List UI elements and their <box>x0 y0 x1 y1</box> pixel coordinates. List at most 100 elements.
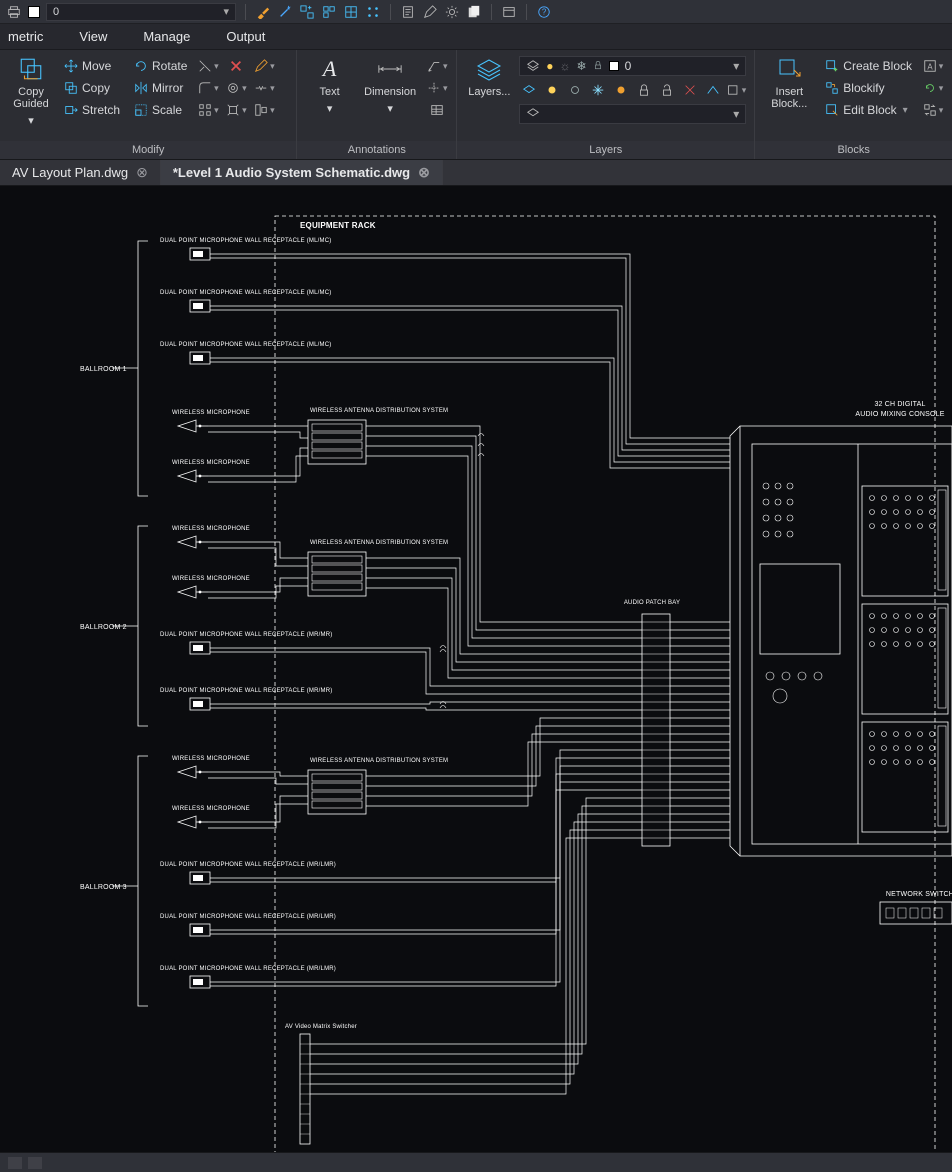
layer-color-swatch <box>609 61 619 71</box>
rotate-button[interactable]: Rotate <box>130 56 191 76</box>
layiso-icon[interactable] <box>519 80 539 100</box>
laymore-icon[interactable] <box>726 80 746 100</box>
svg-text:DUAL POINT MICROPHONE WALL REC: DUAL POINT MICROPHONE WALL RECEPTACLE (M… <box>160 238 331 244</box>
svg-text:WIRELESS MICROPHONE: WIRELESS MICROPHONE <box>172 460 250 466</box>
color-swatch[interactable] <box>28 6 40 18</box>
svg-text:DUAL POINT MICROPHONE WALL REC: DUAL POINT MICROPHONE WALL RECEPTACLE (M… <box>160 688 332 694</box>
pencil-icon[interactable] <box>422 4 438 20</box>
explode-icon[interactable] <box>225 100 247 120</box>
move-label: Move <box>82 59 111 73</box>
menu-bar: metric View Manage Output <box>0 24 952 50</box>
rect-array-icon[interactable] <box>197 100 219 120</box>
copy-button[interactable]: Copy <box>60 78 124 98</box>
panel-layers-label: Layers <box>457 141 754 159</box>
move-button[interactable]: Move <box>60 56 124 76</box>
layfrz-icon[interactable] <box>588 80 608 100</box>
block-sync-icon[interactable] <box>922 78 944 98</box>
layer-state-dropdown[interactable] <box>519 104 746 124</box>
break-icon[interactable] <box>253 78 275 98</box>
antenna1-label: WIRELESS ANTENNA DISTRIBUTION SYSTEM <box>310 408 448 414</box>
b3-plate-1: DUAL POINT MICROPHONE WALL RECEPTACLE (M… <box>160 862 336 884</box>
scale-button[interactable]: Scale <box>130 100 191 120</box>
create-block-button[interactable]: Create Block <box>821 56 916 76</box>
status-chip-1[interactable] <box>8 1157 22 1169</box>
current-layer-value: 0 <box>625 59 632 73</box>
grid-tool-icon[interactable] <box>343 4 359 20</box>
select-similar-icon[interactable] <box>299 4 315 20</box>
copy-guided-label: Copy Guided <box>13 86 48 110</box>
block-replace-icon[interactable] <box>922 100 944 120</box>
block-attr-icon[interactable]: A <box>922 56 944 76</box>
insert-block-label: Insert Block... <box>771 86 807 110</box>
pencil-small-icon[interactable] <box>253 56 275 76</box>
b3-plate-2: DUAL POINT MICROPHONE WALL RECEPTACLE (M… <box>160 914 336 936</box>
separator <box>390 4 391 20</box>
laythw-icon[interactable] <box>611 80 631 100</box>
leader-icon[interactable] <box>426 56 448 76</box>
layoff-icon[interactable] <box>565 80 585 100</box>
close-icon[interactable]: ⊗ <box>418 164 430 181</box>
layers-button[interactable]: Layers... <box>465 56 513 98</box>
fillet-icon[interactable] <box>197 78 219 98</box>
svg-text:WIRELESS MICROPHONE: WIRELESS MICROPHONE <box>172 756 250 762</box>
text-button[interactable]: A Text ▾ <box>305 56 354 115</box>
current-layer-dropdown[interactable]: ● ☼ ❄ 0 <box>519 56 746 76</box>
offset-icon[interactable] <box>225 78 247 98</box>
blockify-button[interactable]: Blockify <box>821 78 916 98</box>
layer-state-icon <box>526 104 540 124</box>
laydel-icon[interactable] <box>680 80 700 100</box>
patchbay-label-1: AUDIO PATCH BAY <box>624 600 680 606</box>
menu-view[interactable]: View <box>79 29 107 44</box>
print-icon[interactable] <box>6 4 22 20</box>
mirror-button[interactable]: Mirror <box>130 78 191 98</box>
help-icon[interactable]: ? <box>536 4 552 20</box>
drawing-canvas[interactable]: EQUIPMENT RACK BALLROOM 1 BALLROOM 2 BAL… <box>0 186 952 1152</box>
lock-icon <box>593 59 603 73</box>
b2-wmic-1: WIRELESS MICROPHONE <box>172 526 250 548</box>
laylck-icon[interactable] <box>634 80 654 100</box>
array-icon[interactable] <box>365 4 381 20</box>
svg-text:A: A <box>927 63 933 72</box>
insert-block-button[interactable]: Insert Block... <box>763 56 815 110</box>
status-chip-2[interactable] <box>28 1157 42 1169</box>
layer-quick-dropdown[interactable]: 0 <box>46 3 236 21</box>
close-icon[interactable]: ⊗ <box>136 164 148 181</box>
qselect-icon[interactable] <box>321 4 337 20</box>
menu-manage[interactable]: Manage <box>143 29 190 44</box>
svg-text:WIRELESS MICROPHONE: WIRELESS MICROPHONE <box>172 526 250 532</box>
wand-icon[interactable] <box>277 4 293 20</box>
lightbulb-on-icon: ● <box>546 59 553 73</box>
notepad-icon[interactable] <box>400 4 416 20</box>
separator <box>491 4 492 20</box>
pages-icon[interactable] <box>466 4 482 20</box>
dimension-button[interactable]: Dimension ▾ <box>360 56 420 115</box>
stretch-button[interactable]: Stretch <box>60 100 124 120</box>
layulk-icon[interactable] <box>657 80 677 100</box>
file-tab-0[interactable]: AV Layout Plan.dwg ⊗ <box>0 160 161 185</box>
centerline-icon[interactable] <box>426 78 448 98</box>
align-icon[interactable] <box>253 100 275 120</box>
laymch-icon[interactable] <box>703 80 723 100</box>
menu-output[interactable]: Output <box>226 29 265 44</box>
layon-icon[interactable] <box>542 80 562 100</box>
quick-access-bar: 0 ? <box>0 0 952 24</box>
dimension-label: Dimension <box>364 86 416 98</box>
b3-wmic-1: WIRELESS MICROPHONE <box>172 756 250 778</box>
mixing-console <box>730 426 952 856</box>
table-icon[interactable] <box>426 100 448 120</box>
file-tab-1[interactable]: *Level 1 Audio System Schematic.dwg ⊗ <box>161 160 443 185</box>
erase-icon[interactable] <box>225 56 247 76</box>
brush-icon[interactable] <box>255 4 271 20</box>
svg-text:DUAL POINT MICROPHONE WALL REC: DUAL POINT MICROPHONE WALL RECEPTACLE (M… <box>160 632 332 638</box>
blockify-label: Blockify <box>843 81 884 95</box>
copy-guided-button[interactable]: Copy Guided ▾ <box>8 56 54 127</box>
menu-metric[interactable]: metric <box>8 29 43 44</box>
trim-icon[interactable] <box>197 56 219 76</box>
mirror-label: Mirror <box>152 81 183 95</box>
antenna2-label: WIRELESS ANTENNA DISTRIBUTION SYSTEM <box>310 540 448 546</box>
console-label-b: AUDIO MIXING CONSOLE <box>855 411 944 418</box>
panel-layers: Layers... ● ☼ ❄ 0 <box>457 50 755 159</box>
gear-icon[interactable] <box>444 4 460 20</box>
window-icon[interactable] <box>501 4 517 20</box>
edit-block-button[interactable]: Edit Block▾ <box>821 100 916 120</box>
